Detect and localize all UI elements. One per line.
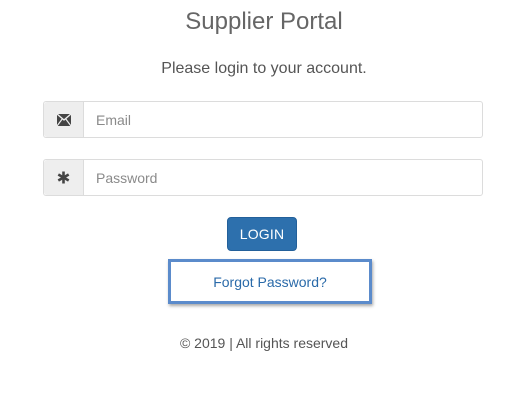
envelope-icon: [44, 102, 84, 137]
password-field[interactable]: [84, 160, 482, 195]
asterisk-icon: [44, 160, 84, 195]
login-instructions: Please login to your account.: [161, 60, 367, 77]
forgot-password-highlight: Forgot Password?: [168, 259, 372, 304]
copyright-footer: © 2019 | All rights reserved: [179, 335, 349, 351]
page-title: Supplier Portal: [185, 8, 343, 35]
password-input-group: [43, 159, 483, 196]
email-input-group: [43, 101, 483, 138]
email-field[interactable]: [84, 102, 482, 137]
login-button[interactable]: LOGIN: [227, 217, 297, 251]
forgot-password-link[interactable]: Forgot Password?: [213, 274, 327, 290]
